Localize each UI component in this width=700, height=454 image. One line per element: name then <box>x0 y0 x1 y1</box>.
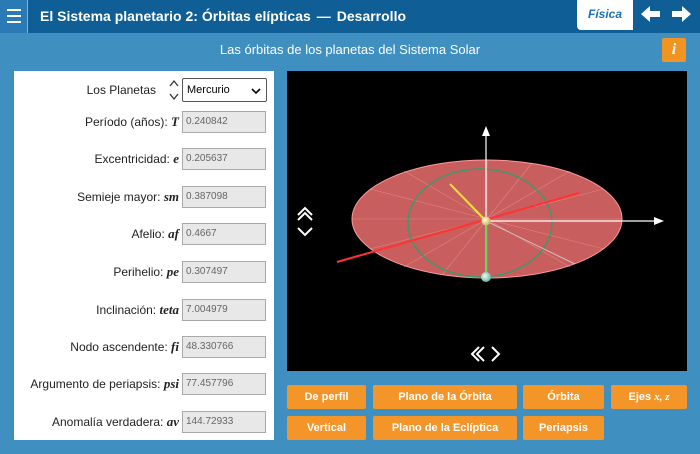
chevron-down-icon <box>251 88 261 95</box>
double-chevron-updown-icon[interactable] <box>295 204 315 240</box>
periapsis-field[interactable]: 77.457796 <box>182 373 266 395</box>
x-axis-arrow-icon <box>654 217 664 225</box>
afelio-field[interactable]: 0.4667 <box>182 223 266 245</box>
planet-marker <box>481 272 491 282</box>
inclinacion-field[interactable]: 7.004979 <box>182 299 266 321</box>
arrow-right-icon <box>672 6 691 22</box>
ejes-button[interactable]: Ejes x, z <box>611 385 687 409</box>
param-row-periodo: Período (años): T 0.240842 <box>14 109 274 135</box>
stepper-updown-icon[interactable] <box>168 78 180 102</box>
param-row-anomalia: Anomalía verdadera: av 144.72933 <box>14 409 274 435</box>
nodo-field[interactable]: 48.330766 <box>182 336 266 358</box>
periapsis-button[interactable]: Periapsis <box>523 416 604 440</box>
menu-button[interactable] <box>0 0 28 33</box>
plano-ecliptica-button[interactable]: Plano de la Eclíptica <box>373 416 517 440</box>
semieje-field[interactable]: 0.387098 <box>182 186 266 208</box>
orbit-scene <box>336 126 664 282</box>
param-row-periapsis: Argumento de periapsis: psi 77.457796 <box>14 371 274 397</box>
top-bar: El Sistema planetario 2: Órbitas elíptic… <box>0 0 700 33</box>
perihelio-field[interactable]: 0.307497 <box>182 261 266 283</box>
param-row-semieje: Semieje mayor: sm 0.387098 <box>14 184 274 210</box>
periodo-field[interactable]: 0.240842 <box>182 111 266 133</box>
info-button[interactable]: i <box>662 38 686 62</box>
next-button[interactable] <box>668 3 694 25</box>
prev-button[interactable] <box>638 3 664 25</box>
arrow-left-icon <box>641 6 660 22</box>
plano-orbita-button[interactable]: Plano de la Órbita <box>373 385 517 409</box>
planet-label: Los Planetas <box>86 83 156 97</box>
page-subtitle: Las órbitas de los planetas del Sistema … <box>219 42 481 57</box>
subject-tab[interactable]: Física <box>577 0 633 30</box>
param-row-excentricidad: Excentricidad: e 0.205637 <box>14 146 274 172</box>
hamburger-icon <box>7 9 21 11</box>
orbit-3d-view[interactable] <box>287 71 687 371</box>
anomalia-field[interactable]: 144.72933 <box>182 411 266 433</box>
planet-row: Los Planetas Mercurio <box>14 74 274 102</box>
param-row-afelio: Afelio: af 0.4667 <box>14 221 274 247</box>
planet-select[interactable]: Mercurio <box>182 78 267 102</box>
parameters-panel: Los Planetas Mercurio Período (años): T … <box>14 71 274 440</box>
orbita-button[interactable]: Órbita <box>523 385 604 409</box>
sun-marker <box>481 216 491 226</box>
app-title: El Sistema planetario 2: Órbitas elíptic… <box>40 8 407 24</box>
vertical-button[interactable]: Vertical <box>287 416 366 440</box>
param-row-nodo: Nodo ascendente: fi 48.330766 <box>14 334 274 360</box>
de-perfil-button[interactable]: De perfil <box>287 385 366 409</box>
excentricidad-field[interactable]: 0.205637 <box>182 148 266 170</box>
param-row-perihelio: Perihelio: pe 0.307497 <box>14 259 274 285</box>
param-row-inclinacion: Inclinación: teta 7.004979 <box>14 297 274 323</box>
z-axis-arrow-icon <box>482 126 490 136</box>
double-chevron-leftright-icon[interactable] <box>468 345 506 363</box>
